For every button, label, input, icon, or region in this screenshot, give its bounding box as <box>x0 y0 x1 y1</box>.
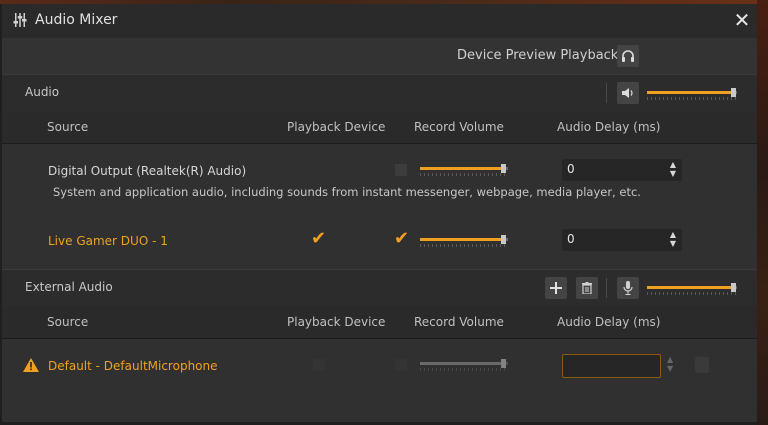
external-audio-section-header: External Audio <box>2 269 757 307</box>
plus-icon <box>550 282 562 294</box>
spin-arrows[interactable]: ▲ ▼ <box>667 355 673 373</box>
delay-value: 0 <box>567 162 575 176</box>
playback-checkbox[interactable] <box>313 359 325 371</box>
device-preview-row: Device Preview Playback <box>2 38 757 74</box>
close-button[interactable]: ✕ <box>732 10 752 30</box>
slider-knob[interactable] <box>501 359 506 368</box>
source-name: Live Gamer DUO - 1 <box>48 234 168 248</box>
slider-fill <box>420 167 504 170</box>
record-volume-slider[interactable] <box>420 359 508 371</box>
audio-section-label: Audio <box>25 85 60 99</box>
slider-knob[interactable] <box>731 283 736 292</box>
playback-checkmark-icon[interactable]: ✔ <box>311 230 326 248</box>
device-settings-icon[interactable] <box>695 357 709 373</box>
source-name: Digital Output (Realtek(R) Audio) <box>48 164 247 178</box>
source-name: Default - DefaultMicrophone <box>48 359 218 373</box>
slider-ticks <box>420 173 508 176</box>
source-description: System and application audio, including … <box>53 185 641 199</box>
background-strip-right <box>757 0 768 425</box>
trash-icon <box>582 282 592 294</box>
column-audio-delay: Audio Delay (ms) <box>557 120 661 134</box>
headphones-button[interactable] <box>617 45 639 67</box>
record-checkmark-icon[interactable]: ✔ <box>394 230 409 248</box>
audio-master-volume-slider[interactable] <box>647 88 737 100</box>
slider-ticks <box>647 292 737 295</box>
window-title: Audio Mixer <box>35 12 118 28</box>
spin-arrows[interactable]: ▲ ▼ <box>670 230 676 248</box>
spin-arrows[interactable]: ▲ ▼ <box>670 160 676 178</box>
record-volume-slider[interactable] <box>420 164 508 176</box>
column-playback-device: Playback Device <box>287 315 386 329</box>
delay-value: 0 <box>567 232 575 246</box>
delete-source-button[interactable] <box>576 277 598 299</box>
add-source-button[interactable] <box>545 277 567 299</box>
device-preview-label: Device Preview Playback <box>457 48 619 63</box>
audio-mixer-window: Audio Mixer ✕ Device Preview Playback Au… <box>2 4 757 422</box>
microphone-icon <box>623 281 633 295</box>
headphones-icon <box>622 50 634 62</box>
audio-delay-spinbox[interactable]: 0 ▲ ▼ <box>562 159 682 181</box>
mixer-icon <box>13 13 27 27</box>
column-source: Source <box>47 315 89 329</box>
audio-mute-button[interactable] <box>617 82 639 104</box>
slider-knob[interactable] <box>501 164 506 173</box>
slider-ticks <box>420 368 508 371</box>
warning-icon <box>23 358 39 372</box>
record-checkbox[interactable] <box>395 359 407 371</box>
slider-knob[interactable] <box>731 88 736 97</box>
header-divider <box>606 83 607 103</box>
audio-delay-spinbox[interactable]: 0 ▲ ▼ <box>562 229 682 251</box>
speaker-icon <box>622 88 633 98</box>
record-volume-slider[interactable] <box>420 235 508 247</box>
external-audio-label: External Audio <box>25 280 113 294</box>
external-column-header: Source Playback Device Record Volume Aud… <box>2 306 757 339</box>
slider-fill <box>420 362 504 365</box>
slider-ticks <box>647 97 737 100</box>
slider-fill <box>420 238 504 241</box>
audio-delay-input[interactable] <box>562 354 661 378</box>
column-record-volume: Record Volume <box>414 120 504 134</box>
record-checkbox[interactable] <box>395 164 407 176</box>
external-master-volume-slider[interactable] <box>647 283 737 295</box>
slider-ticks <box>420 244 508 247</box>
column-audio-delay: Audio Delay (ms) <box>557 315 661 329</box>
audio-column-header: Source Playback Device Record Volume Aud… <box>2 111 757 144</box>
audio-section-header: Audio <box>2 74 757 112</box>
column-record-volume: Record Volume <box>414 315 504 329</box>
microphone-button[interactable] <box>617 277 639 299</box>
slider-knob[interactable] <box>501 235 506 244</box>
slider-fill <box>647 91 734 94</box>
title-bar[interactable]: Audio Mixer ✕ <box>2 4 757 38</box>
close-icon: ✕ <box>733 8 751 32</box>
column-source: Source <box>47 120 89 134</box>
slider-fill <box>647 286 734 289</box>
column-playback-device: Playback Device <box>287 120 386 134</box>
header-divider <box>606 278 607 298</box>
